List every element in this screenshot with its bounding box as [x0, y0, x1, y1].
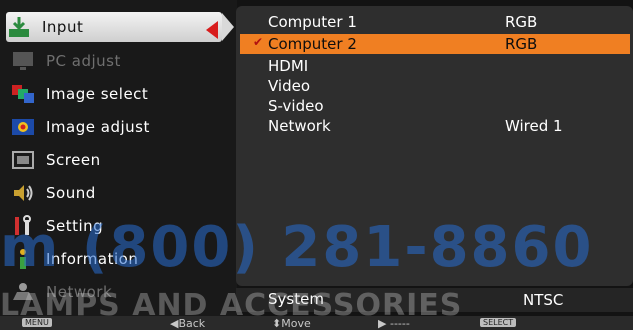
main-menu: Input PC adjust Image select Image adjus…	[0, 0, 237, 318]
menu-item-label: Screen	[46, 151, 101, 169]
network-icon	[10, 279, 36, 305]
system-row[interactable]: System NTSC	[236, 288, 633, 312]
info-icon	[10, 246, 36, 272]
menu-item-setting[interactable]: Setting	[10, 211, 236, 241]
menu-item-network[interactable]: Network	[10, 277, 236, 307]
image-select-icon	[10, 81, 36, 107]
footer-back-label: Back	[178, 317, 206, 330]
select-key-icon: SELECT	[480, 318, 517, 327]
menu-item-pc-adjust[interactable]: PC adjust	[10, 46, 236, 76]
footer-exit: MENUExit	[22, 317, 52, 330]
input-name: Computer 2	[268, 35, 357, 53]
input-icon	[6, 14, 32, 40]
list-item-network[interactable]: Network Wired 1	[240, 116, 630, 136]
image-adjust-icon	[10, 114, 36, 140]
footer-move: ⬍Move	[272, 317, 311, 330]
checkmark-icon: ✔	[253, 35, 264, 49]
list-item-s-video[interactable]: S-video	[240, 96, 630, 116]
menu-item-image-select[interactable]: Image select	[10, 79, 236, 109]
input-value: Wired 1	[505, 117, 563, 135]
submenu-pointer-icon	[222, 13, 234, 41]
up-down-arrow-icon: ⬍	[272, 317, 282, 330]
list-item-hdmi[interactable]: HDMI	[240, 56, 630, 76]
menu-item-screen[interactable]: Screen	[10, 145, 236, 175]
input-name: Computer 1	[268, 13, 357, 31]
menu-item-label: Network	[46, 283, 113, 301]
footer-back: ◀Back	[170, 317, 205, 330]
footer-hints: MENUExit ◀Back ⬍Move ▶ ----- SELECTSelec…	[0, 316, 633, 330]
menu-key-icon: MENU	[22, 318, 52, 327]
input-list-panel: Computer 1 RGB ✔ Computer 2 RGB HDMI Vid…	[236, 6, 633, 286]
input-name: S-video	[268, 97, 324, 115]
menu-item-input[interactable]: Input	[6, 12, 222, 42]
input-name: Video	[268, 77, 311, 95]
system-value: NTSC	[523, 291, 564, 309]
active-arrow-icon	[206, 21, 218, 39]
system-label: System	[268, 290, 324, 308]
list-item-video[interactable]: Video	[240, 76, 630, 96]
forward-arrow-icon: ▶	[378, 317, 390, 330]
menu-item-sound[interactable]: Sound	[10, 178, 236, 208]
footer-next: ▶ -----	[378, 317, 410, 330]
menu-item-image-adjust[interactable]: Image adjust	[10, 112, 236, 142]
menu-item-label: Setting	[46, 217, 104, 235]
footer-next-label: -----	[389, 317, 410, 330]
input-value: RGB	[505, 13, 538, 31]
monitor-icon	[10, 48, 36, 74]
input-name: Network	[268, 117, 331, 135]
input-name: HDMI	[268, 57, 309, 75]
list-item-computer-1[interactable]: Computer 1 RGB	[240, 12, 630, 32]
menu-item-label: Information	[46, 250, 139, 268]
menu-item-label: Image select	[46, 85, 149, 103]
menu-item-label: Input	[42, 18, 84, 36]
footer-move-label: Move	[281, 317, 311, 330]
list-item-computer-2[interactable]: ✔ Computer 2 RGB	[240, 34, 630, 54]
speaker-icon	[10, 180, 36, 206]
input-value: RGB	[505, 35, 538, 53]
screen-icon	[10, 147, 36, 173]
footer-select: SELECTSelect	[480, 317, 517, 330]
menu-item-label: PC adjust	[46, 52, 121, 70]
wrench-icon	[10, 213, 36, 239]
menu-item-label: Image adjust	[46, 118, 150, 136]
menu-item-information[interactable]: Information	[10, 244, 236, 274]
menu-item-label: Sound	[46, 184, 96, 202]
